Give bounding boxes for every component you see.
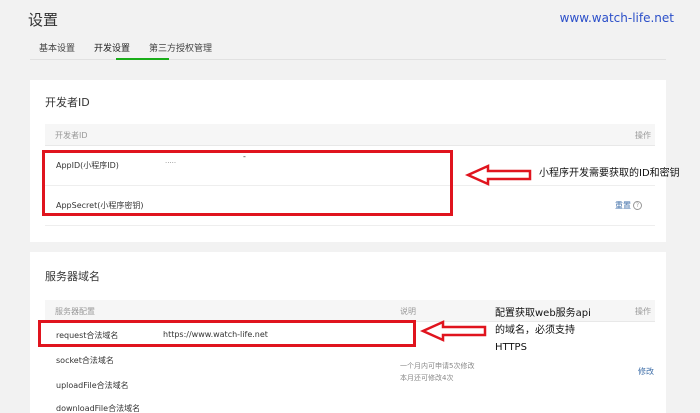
table-row: downloadFile合法域名 xyxy=(45,397,655,413)
domain-annotation-line: HTTPS xyxy=(495,342,527,353)
domain-annotation-line: 配置获取web服务api xyxy=(495,308,591,319)
server-domain-title: 服务器域名 xyxy=(45,270,100,283)
page-header: 设置 www.watch-life.net 基本设置 开发设置 第三方授权管理 xyxy=(0,0,700,62)
reset-button[interactable]: 重置? xyxy=(615,200,642,211)
appid-annotation: 小程序开发需要获取的ID和密钥 xyxy=(539,168,680,179)
tab-third-party-auth[interactable]: 第三方授权管理 xyxy=(149,41,212,54)
header-actions: 操作 xyxy=(635,131,651,140)
modify-remaining-note: 本月还可修改4次 xyxy=(400,374,454,382)
header-description: 说明 xyxy=(400,307,416,316)
site-watermark: www.watch-life.net xyxy=(559,11,674,25)
help-icon[interactable]: ? xyxy=(633,201,642,210)
downloadfile-domain-label: downloadFile合法域名 xyxy=(56,404,141,413)
settings-tabs: 基本设置 开发设置 第三方授权管理 xyxy=(30,37,666,60)
developer-id-table-header: 开发者ID 操作 xyxy=(45,124,655,146)
request-domain-highlight-box xyxy=(38,320,416,347)
domain-annotation-line: 的域名，必须支持 xyxy=(495,325,575,336)
uploadfile-domain-label: uploadFile合法域名 xyxy=(56,381,129,390)
header-developer-id: 开发者ID xyxy=(55,131,88,140)
arrow-left-icon xyxy=(419,320,487,342)
socket-domain-label: socket合法域名 xyxy=(56,356,114,365)
appid-highlight-box xyxy=(42,150,453,216)
tab-dev-settings[interactable]: 开发设置 xyxy=(94,41,130,54)
active-tab-indicator xyxy=(116,58,169,60)
reset-link[interactable]: 重置 xyxy=(615,201,631,210)
domain-annotation: 配置获取web服务api 的域名，必须支持 HTTPS xyxy=(495,305,591,356)
modify-button[interactable]: 修改 xyxy=(638,366,654,377)
arrow-left-icon xyxy=(464,164,532,186)
tab-basic-settings[interactable]: 基本设置 xyxy=(39,41,75,54)
header-actions: 操作 xyxy=(635,307,651,316)
table-row: uploadFile合法域名 xyxy=(45,372,655,397)
page-title: 设置 xyxy=(28,11,59,29)
header-server-config: 服务器配置 xyxy=(55,307,95,316)
modify-limit-note: 一个月内可申请5次修改 xyxy=(400,362,475,370)
developer-id-title: 开发者ID xyxy=(45,96,90,109)
